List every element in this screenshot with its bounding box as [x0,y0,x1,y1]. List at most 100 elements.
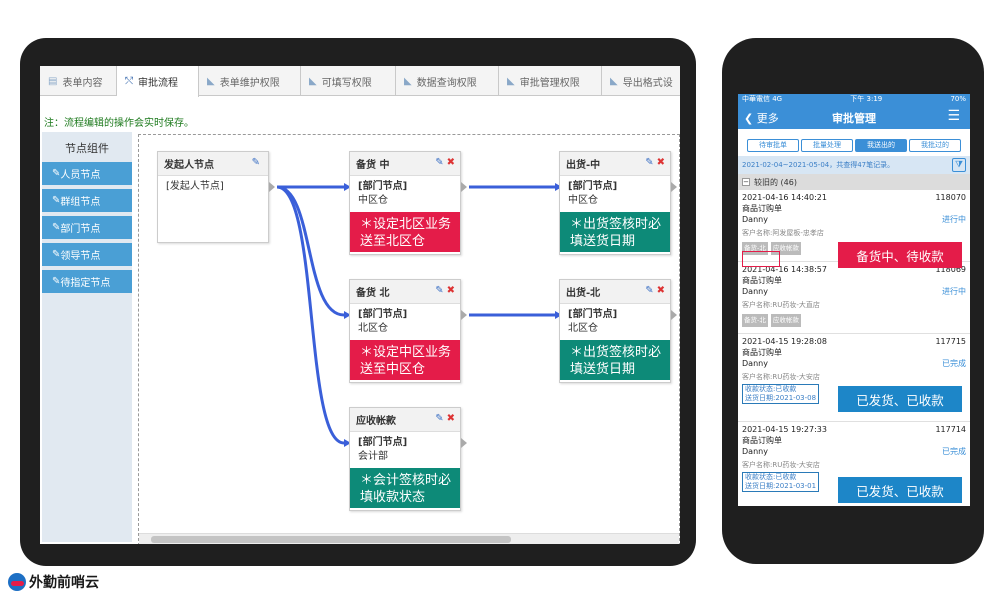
group-label: 较旧的 (46) [754,177,797,187]
document-icon: ▤ [48,75,58,87]
node-title: 备货 中 [356,160,390,171]
tab-fill-permission[interactable]: ◣ 可填写权限 [301,66,396,96]
segment-batch[interactable]: 批量处理 [801,138,853,152]
node-department: 北区仓 [568,323,598,334]
node-type: [发起人节点] [166,181,224,192]
node-ship-north[interactable]: 出货-北 ✎ ✖ [部门节点] 北区仓 ＊出货签核时必填送货日期 [559,279,677,383]
record-form: 商品订购单 [742,204,782,213]
node-type: [部门节点] [568,181,618,192]
connector-arrow-icon [461,438,467,448]
connector-arrow-icon [461,310,467,320]
connector-arrow-icon [269,182,275,192]
brand-mark-icon [8,573,26,591]
node-title: 发起人节点 [164,160,214,171]
date-range-bar: 2021-02-04~2021-05-04，共查得47笔记录。 ⧩ [738,156,970,174]
edit-icon: ✎ [52,222,61,233]
sidebar-item-department-node[interactable]: ✎ 部门节点 [42,216,132,239]
delete-x-icon[interactable]: ✖ [657,157,665,168]
connector-arrow-icon [461,182,467,192]
sidebar-item-person-node[interactable]: ✎ 人员节点 [42,162,132,185]
horizontal-scrollbar[interactable] [139,533,679,544]
record-customer: 客户名称:RU药妆-大安店 [742,461,820,469]
record-time: 2021-04-15 19:28:08 [742,337,827,346]
segment-control: 待审批单 批量处理 我送出的 我批过的 [738,134,970,156]
edge-start-ar [276,185,345,445]
segment-approved[interactable]: 我批过的 [909,138,961,152]
node-title: 出货-中 [566,160,601,171]
sidebar-item-group-node[interactable]: ✎ 群组节点 [42,189,132,212]
scroll-thumb[interactable] [151,536,511,543]
rule-note: ＊设定中区业务送至中区仓 [350,340,460,380]
tablet-screen: ▤ 表单内容 ⤲ 审批流程 ◣ 表单维护权限 ◣ 可填写权限 ◣ 数据查询权限 ◣ 审批管理… [40,66,680,544]
record-form: 商品订购单 [742,436,782,445]
record-status: 已完成 [942,359,966,368]
node-accounts-receivable[interactable]: 应收帐款 ✎ ✖ [部门节点] 会计部 ＊会计签核时必填收款状态 [349,407,467,511]
node-prep-north[interactable]: 备货 北 ✎ ✖ [部门节点] 北区仓 ＊设定中区业务送至中区仓 [349,279,467,383]
delete-x-icon[interactable]: ✖ [447,285,455,296]
tab-form-content[interactable]: ▤ 表单内容 [40,66,117,96]
sidebar-item-leader-node[interactable]: ✎ 领导节点 [42,243,132,266]
clock: 下午 3:19 [850,95,883,103]
segment-sent[interactable]: 我送出的 [855,138,907,152]
record-status: 进行中 [942,215,966,224]
edit-pencil-icon[interactable]: ✎ [645,157,653,168]
node-department: 会计部 [358,451,388,462]
node-type: [部门节点] [358,437,408,448]
edit-pencil-icon[interactable]: ✎ [645,285,653,296]
record-extra-info: 收款状态:已收款 送货日期:2021-03-08 [742,384,820,404]
delete-x-icon[interactable]: ✖ [657,285,665,296]
tab-data-query[interactable]: ◣ 数据查询权限 [396,66,499,96]
record-extra-info: 收款状态:已收款 送货日期:2021-03-01 [742,472,820,492]
filter-icon[interactable]: ⧩ [952,158,966,172]
edit-pencil-icon[interactable]: ✎ [435,285,443,296]
record-status: 进行中 [942,287,966,296]
rule-note: ＊出货签核时必填送货日期 [560,212,670,252]
record-user: Danny [742,287,768,296]
status-bar: 中華電信 4G 下午 3:19 70% [738,94,970,104]
node-type: [部门节点] [358,181,408,192]
node-department: 中区仓 [358,195,388,206]
rule-note: ＊出货签核时必填送货日期 [560,340,670,380]
node-component-panel: 节点组件 ✎ 人员节点 ✎ 群组节点 ✎ 部门节点 ✎ 领导节点 ✎ 待指定节点 [42,132,132,542]
nav-header: ❮ 更多 审批管理 ☰ [738,104,970,129]
record-time: 2021-04-16 14:40:21 [742,193,827,202]
list-item[interactable]: 2021-04-16 14:38:57 118069 商品订购单 Danny 进… [738,262,970,334]
flow-canvas[interactable]: 发起人节点 ✎ [发起人节点] 备货 中 ✎ ✖ [部门节点] 中区仓 ＊设定北区业务送… [138,134,680,544]
range-text: 2021-02-04~2021-05-04，共查得47笔记录。 [742,161,895,169]
brand-name: 外勤前哨云 [29,575,99,591]
rule-note: ＊会计签核时必填收款状态 [350,468,460,508]
edit-pencil-icon[interactable]: ✎ [435,413,443,424]
node-initiator[interactable]: 发起人节点 ✎ [发起人节点] [157,151,275,243]
payment-status: 收款状态:已收款 [745,385,797,393]
segment-pending[interactable]: 待审批单 [747,138,799,152]
rule-note: ＊设定北区业务送至北区仓 [350,212,460,252]
delivery-date: 送货日期:2021-03-08 [745,394,817,402]
edit-pencil-icon[interactable]: ✎ [435,157,443,168]
rss-icon: ◣ [309,75,317,87]
tab-form-maintenance[interactable]: ◣ 表单维护权限 [199,66,301,96]
tab-export-format[interactable]: ◣ 导出格式设 [602,66,680,96]
delete-x-icon[interactable]: ✖ [447,157,455,168]
menu-icon[interactable]: ☰ [947,108,960,124]
rss-icon: ◣ [404,75,412,87]
record-customer: 客户名称:阿发屋板-忠孝店 [742,229,824,237]
delete-x-icon[interactable]: ✖ [447,413,455,424]
tab-approval-flow[interactable]: ⤲ 审批流程 [117,66,199,97]
page-title: 审批管理 [832,112,876,125]
node-title: 应收帐款 [356,416,396,427]
node-ship-mid[interactable]: 出货-中 ✎ ✖ [部门节点] 中区仓 ＊出货签核时必填送货日期 [559,151,677,255]
tab-approval-management[interactable]: ◣ 审批管理权限 [499,66,602,96]
group-header[interactable]: − 较旧的 (46) [738,174,970,190]
edit-icon: ✎ [52,276,61,287]
payment-status: 收款状态:已收款 [745,473,797,481]
edit-pencil-icon[interactable]: ✎ [252,157,260,168]
carrier: 中華電信 4G [742,95,783,103]
record-customer: 客户名称:RU药妆-大直店 [742,301,820,309]
rss-icon: ◣ [207,75,215,87]
node-title: 出货-北 [566,288,601,299]
status-callout: 已发货、已收款 [838,477,962,503]
connector-arrow-icon [671,182,677,192]
panel-title: 节点组件 [65,142,109,155]
sidebar-item-assignee-node[interactable]: ✎ 待指定节点 [42,270,132,293]
node-prep-mid[interactable]: 备货 中 ✎ ✖ [部门节点] 中区仓 ＊设定北区业务送至北区仓 [349,151,467,255]
